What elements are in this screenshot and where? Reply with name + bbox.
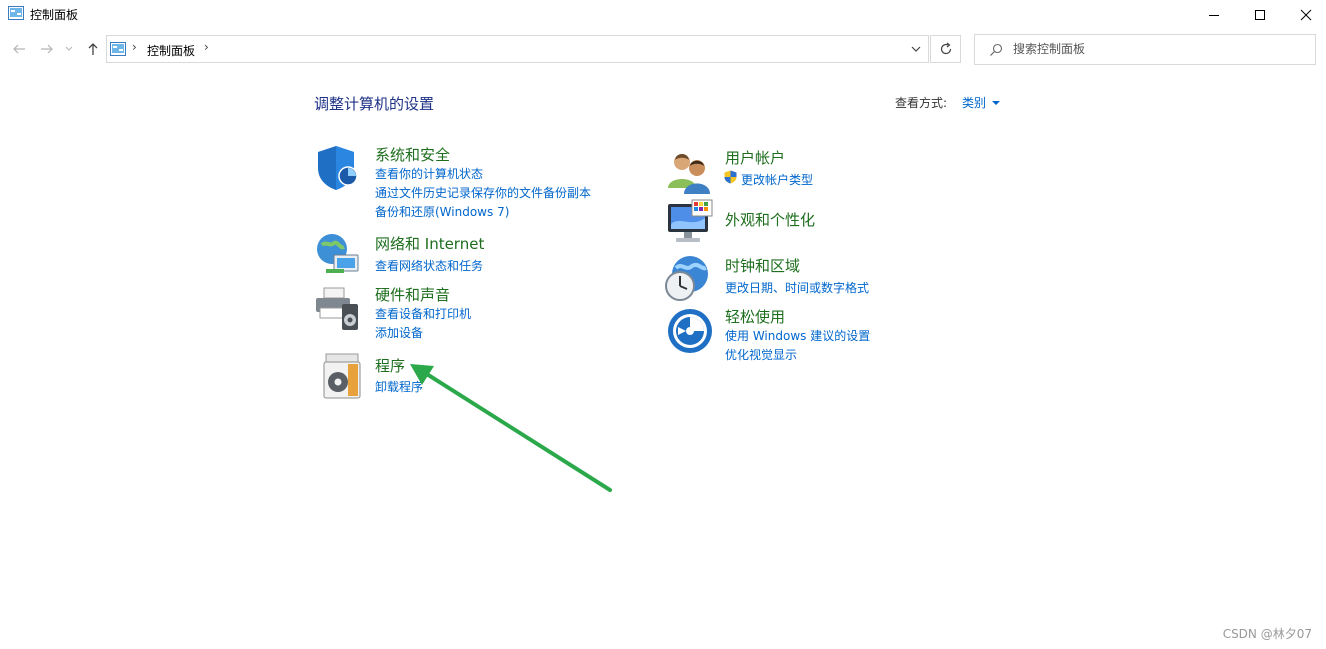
view-by-value: 类别 bbox=[962, 96, 987, 110]
search-box[interactable] bbox=[974, 34, 1316, 65]
chevron-right-icon[interactable]: › bbox=[204, 40, 209, 54]
close-button[interactable] bbox=[1283, 0, 1326, 30]
annotation-arrow-shaft bbox=[420, 369, 612, 492]
ease-of-access-icon bbox=[668, 309, 712, 353]
category-ease-of-access[interactable]: 轻松使用 bbox=[725, 306, 785, 327]
search-icon bbox=[990, 43, 1003, 56]
link-file-history-backup[interactable]: 通过文件历史记录保存你的文件备份副本 bbox=[375, 184, 591, 201]
address-bar[interactable]: › 控制面板 › bbox=[106, 35, 929, 63]
view-by-dropdown[interactable]: 类别 bbox=[962, 94, 1002, 111]
shield-icon bbox=[318, 146, 358, 190]
minimize-icon bbox=[1209, 15, 1219, 16]
network-globe-icon bbox=[317, 234, 359, 273]
forward-button[interactable] bbox=[36, 38, 58, 60]
search-input[interactable] bbox=[1013, 41, 1303, 57]
close-icon bbox=[1300, 9, 1312, 21]
link-windows-recommended-settings[interactable]: 使用 Windows 建议的设置 bbox=[725, 327, 870, 344]
category-clock-region[interactable]: 时钟和区域 bbox=[725, 255, 800, 276]
link-change-date-time-format[interactable]: 更改日期、时间或数字格式 bbox=[725, 279, 869, 296]
link-backup-restore[interactable]: 备份和还原(Windows 7) bbox=[375, 203, 509, 220]
programs-disc-icon bbox=[323, 353, 361, 399]
annotation-arrow bbox=[410, 364, 612, 492]
chevron-down-icon[interactable] bbox=[911, 46, 921, 53]
category-system-security[interactable]: 系统和安全 bbox=[375, 144, 450, 165]
category-appearance-personalization[interactable]: 外观和个性化 bbox=[725, 209, 815, 230]
chevron-down-icon bbox=[65, 46, 73, 51]
link-optimize-visual-display[interactable]: 优化视觉显示 bbox=[725, 346, 797, 363]
link-change-account-type[interactable]: 更改帐户类型 bbox=[741, 171, 813, 188]
control-panel-icon bbox=[8, 6, 24, 20]
page-title: 调整计算机的设置 bbox=[314, 95, 435, 113]
title-bar: 控制面板 bbox=[0, 0, 1326, 30]
uac-shield-icon bbox=[724, 170, 737, 184]
link-add-device[interactable]: 添加设备 bbox=[375, 324, 423, 341]
users-icon bbox=[668, 154, 710, 194]
printer-speaker-icon bbox=[316, 287, 358, 330]
maximize-button[interactable] bbox=[1237, 0, 1283, 30]
recent-locations-button[interactable] bbox=[62, 38, 76, 60]
globe-clock-icon bbox=[665, 256, 708, 301]
monitor-palette-icon bbox=[668, 199, 713, 242]
category-network-internet[interactable]: 网络和 Internet bbox=[375, 233, 484, 254]
arrow-left-icon bbox=[13, 44, 25, 54]
breadcrumb-item[interactable]: 控制面板 bbox=[147, 42, 195, 59]
dropdown-arrow-icon bbox=[992, 100, 1001, 105]
maximize-icon bbox=[1255, 10, 1265, 20]
view-by-label: 查看方式: bbox=[895, 96, 948, 110]
link-devices-printers[interactable]: 查看设备和打印机 bbox=[375, 305, 471, 322]
watermark: CSDN @林夕07 bbox=[1222, 627, 1312, 641]
back-button[interactable] bbox=[8, 38, 30, 60]
category-user-accounts[interactable]: 用户帐户 bbox=[725, 147, 785, 168]
chevron-right-icon[interactable]: › bbox=[132, 40, 137, 54]
link-view-computer-status[interactable]: 查看你的计算机状态 bbox=[375, 165, 483, 182]
control-panel-icon bbox=[110, 42, 126, 56]
arrow-up-icon bbox=[88, 43, 98, 55]
link-network-status[interactable]: 查看网络状态和任务 bbox=[375, 257, 483, 274]
minimize-button[interactable] bbox=[1191, 0, 1237, 30]
window-title: 控制面板 bbox=[30, 8, 79, 22]
refresh-icon bbox=[940, 42, 951, 55]
arrow-right-icon bbox=[41, 44, 53, 54]
category-hardware-sound[interactable]: 硬件和声音 bbox=[375, 284, 450, 305]
refresh-button[interactable] bbox=[930, 35, 961, 63]
up-button[interactable] bbox=[82, 38, 104, 60]
